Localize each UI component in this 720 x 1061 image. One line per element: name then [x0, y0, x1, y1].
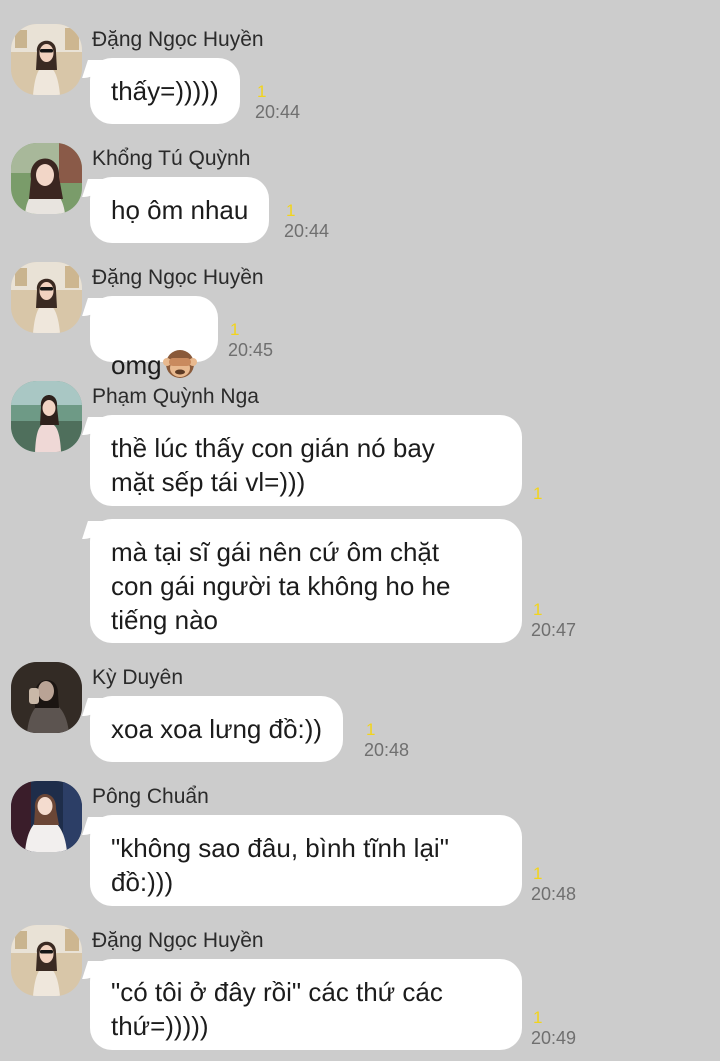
- see-no-evil-monkey-emoji: [163, 346, 197, 380]
- message-bubble[interactable]: omg: [90, 296, 218, 380]
- avatar[interactable]: [11, 262, 82, 333]
- sender-name: Đặng Ngọc Huyền: [92, 28, 264, 51]
- timestamp: 20:48: [531, 884, 577, 904]
- message-bubble[interactable]: xoa xoa lưng đồ:)): [90, 696, 344, 762]
- message-bubble[interactable]: mà tại sĩ gái nên cứ ôm chặt con gái ngư…: [90, 519, 522, 643]
- message-bubble[interactable]: thề lúc thấy con gián nó bay mặt sếp tái…: [90, 415, 522, 506]
- avatar[interactable]: [11, 781, 82, 852]
- avatar[interactable]: [11, 143, 82, 214]
- read-count: 1: [533, 484, 543, 503]
- sender-name: Kỳ Duyên: [92, 666, 184, 689]
- sender-name: Pông Chuẩn: [92, 785, 209, 808]
- chat-thread: Đặng Ngọc Huyền thấy=))))) 1 20:44 Khổng…: [0, 0, 720, 1061]
- timestamp: 20:44: [255, 102, 301, 122]
- avatar[interactable]: [11, 925, 82, 996]
- timestamp: 20:47: [531, 620, 577, 640]
- read-count: 1: [533, 600, 543, 619]
- timestamp: 20:44: [284, 221, 330, 241]
- read-count: 1: [286, 201, 296, 220]
- avatar[interactable]: [11, 381, 82, 452]
- message-bubble[interactable]: họ ôm nhau: [90, 177, 270, 243]
- message-text: omg: [111, 350, 162, 380]
- sender-name: Đặng Ngọc Huyền: [92, 266, 264, 289]
- read-count: 1: [230, 320, 240, 339]
- sender-name: Phạm Quỳnh Nga: [92, 385, 259, 408]
- read-count: 1: [533, 864, 543, 883]
- timestamp: 20:45: [228, 340, 274, 360]
- message-bubble[interactable]: thấy=))))): [90, 58, 240, 124]
- read-count: 1: [257, 82, 267, 101]
- message-bubble[interactable]: "không sao đâu, bình tĩnh lại" đồ:))): [90, 815, 522, 906]
- sender-name: Đặng Ngọc Huyền: [92, 929, 264, 952]
- read-count: 1: [533, 1008, 543, 1027]
- avatar[interactable]: [11, 662, 82, 733]
- timestamp: 20:49: [531, 1028, 577, 1048]
- avatar[interactable]: [11, 24, 82, 95]
- timestamp: 20:48: [364, 740, 410, 760]
- message-bubble[interactable]: "có tôi ở đây rồi" các thứ các thứ=))))): [90, 959, 522, 1050]
- read-count: 1: [366, 720, 376, 739]
- sender-name: Khổng Tú Quỳnh: [92, 147, 251, 170]
